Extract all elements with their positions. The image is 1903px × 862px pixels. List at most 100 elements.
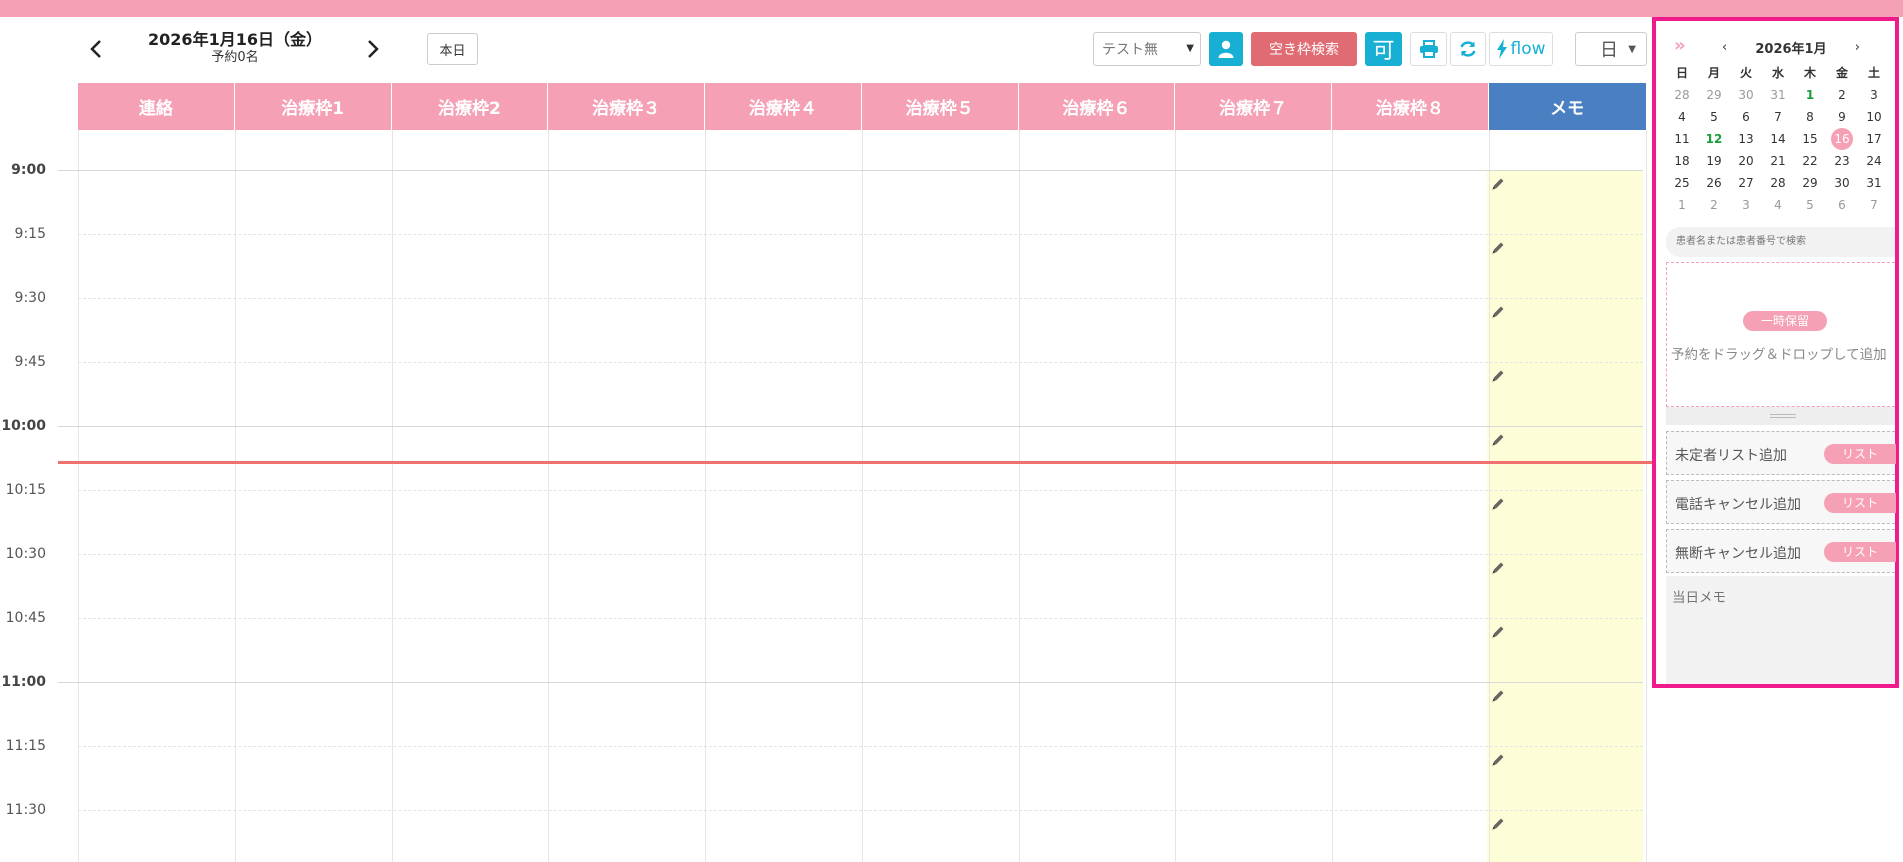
column-header-slot-2[interactable]: 治療枠2 (391, 83, 549, 130)
mini-calendar-day[interactable]: 3 (1858, 84, 1890, 106)
filter-select[interactable]: テスト無 ▼ (1093, 32, 1201, 66)
refresh-button[interactable] (1450, 32, 1486, 66)
pencil-icon[interactable] (1490, 752, 1506, 768)
mini-calendar-day[interactable]: 10 (1858, 106, 1890, 128)
mini-calendar-day[interactable]: 7 (1762, 106, 1794, 128)
temporary-hold-badge: 一時保留 (1743, 311, 1827, 331)
day-memo-field[interactable] (1666, 576, 1895, 684)
column-header-slot-1[interactable]: 治療枠1 (234, 83, 392, 130)
pencil-icon[interactable] (1490, 176, 1506, 192)
mini-calendar-day[interactable]: 8 (1794, 106, 1826, 128)
mini-calendar-day[interactable]: 13 (1730, 128, 1762, 150)
mini-calendar-day[interactable]: 1 (1794, 84, 1826, 106)
column-header-memo[interactable]: メモ (1488, 83, 1646, 130)
mini-calendar-day[interactable]: 31 (1858, 172, 1890, 194)
today-button[interactable]: 本日 (427, 33, 478, 65)
column-header-slot-7[interactable]: 治療枠７ (1175, 83, 1332, 130)
mini-calendar-day[interactable]: 17 (1858, 128, 1890, 150)
column-divider (1332, 130, 1333, 862)
mini-calendar-day[interactable]: 11 (1666, 128, 1698, 150)
mini-calendar-day[interactable]: 4 (1762, 194, 1794, 216)
flow-button[interactable]: flow (1489, 32, 1553, 66)
prev-day-button[interactable] (85, 36, 107, 62)
undecided-list-button[interactable]: リスト (1824, 444, 1896, 464)
mini-calendar-day[interactable]: 6 (1730, 106, 1762, 128)
mini-calendar-day[interactable]: 4 (1666, 106, 1698, 128)
mini-calendar-header: ‹ 2026年1月 › (1716, 38, 1866, 57)
mini-calendar-day[interactable]: 28 (1762, 172, 1794, 194)
mini-calendar-week: 18 19 20 21 22 23 24 (1666, 150, 1890, 172)
mini-calendar-day[interactable]: 5 (1698, 106, 1730, 128)
mini-calendar-day[interactable]: 1 (1666, 194, 1698, 216)
mini-calendar-day[interactable]: 19 (1698, 150, 1730, 172)
mini-calendar-day[interactable]: 25 (1666, 172, 1698, 194)
mini-calendar-day[interactable]: 30 (1730, 84, 1762, 106)
pencil-icon[interactable] (1490, 560, 1506, 576)
mini-calendar-day[interactable]: 15 (1794, 128, 1826, 150)
no-show-cancel-list-button[interactable]: リスト (1824, 542, 1896, 562)
no-show-cancel-list-row[interactable]: 無断キャンセル追加 リスト (1666, 529, 1896, 573)
print-button[interactable] (1410, 32, 1447, 66)
undecided-list-row[interactable]: 未定者リスト追加 リスト (1666, 431, 1896, 475)
column-header-slot-5[interactable]: 治療枠５ (861, 83, 1019, 130)
view-select[interactable]: 日 ▼ (1575, 32, 1647, 66)
column-divider (861, 130, 863, 862)
mini-calendar-day[interactable]: 31 (1762, 84, 1794, 106)
mini-calendar-prev-button[interactable]: ‹ (1716, 40, 1733, 55)
mini-calendar-day[interactable]: 12 (1698, 128, 1730, 150)
patient-search-input[interactable] (1666, 227, 1895, 257)
temporary-hold-dropzone[interactable]: 一時保留 予約をドラッグ＆ドロップして追加 (1666, 262, 1895, 407)
collapse-panel-button[interactable]: » (1674, 35, 1686, 56)
mini-calendar-day[interactable]: 27 (1730, 172, 1762, 194)
mini-calendar-week: 28 29 30 31 1 2 3 (1666, 84, 1890, 106)
mini-calendar-day[interactable]: 30 (1826, 172, 1858, 194)
column-header-slot-6[interactable]: 治療枠６ (1018, 83, 1176, 130)
mini-calendar-day[interactable]: 29 (1794, 172, 1826, 194)
mini-calendar-day[interactable]: 22 (1794, 150, 1826, 172)
patient-button[interactable] (1209, 32, 1243, 66)
pencil-icon[interactable] (1490, 624, 1506, 640)
mini-calendar-day[interactable]: 29 (1698, 84, 1730, 106)
pencil-icon[interactable] (1490, 432, 1506, 448)
pencil-icon[interactable] (1490, 496, 1506, 512)
phone-cancel-list-row[interactable]: 電話キャンセル追加 リスト (1666, 480, 1896, 524)
memo-column[interactable] (1487, 170, 1643, 862)
day-number: 9 (1838, 110, 1846, 124)
day-number: 1 (1678, 198, 1686, 212)
column-header-slot-8[interactable]: 治療枠８ (1332, 83, 1489, 130)
pencil-icon[interactable] (1490, 688, 1506, 704)
schedule-grid[interactable]: 9:00 9:15 9:30 9:45 10:00 10:15 10:30 10:45 11:0… (0, 130, 1647, 862)
phone-cancel-list-button[interactable]: リスト (1824, 493, 1896, 513)
mini-calendar-day[interactable]: 2 (1698, 194, 1730, 216)
mini-calendar-day[interactable]: 7 (1858, 194, 1890, 216)
resize-handle[interactable] (1666, 407, 1895, 425)
mini-calendar-day[interactable]: 28 (1666, 84, 1698, 106)
mini-calendar-day[interactable]: 18 (1666, 150, 1698, 172)
mini-calendar-day[interactable]: 14 (1762, 128, 1794, 150)
column-header-contact[interactable]: 連絡 (78, 83, 235, 130)
pencil-icon[interactable] (1490, 368, 1506, 384)
mini-calendar-day[interactable]: 2 (1826, 84, 1858, 106)
mini-calendar-day[interactable]: 3 (1730, 194, 1762, 216)
mini-calendar-day[interactable]: 24 (1858, 150, 1890, 172)
mini-calendar-next-button[interactable]: › (1849, 40, 1866, 55)
day-number: 28 (1674, 88, 1690, 102)
mini-calendar-day[interactable]: 21 (1762, 150, 1794, 172)
mini-calendar-day[interactable]: 16 (1826, 128, 1858, 150)
mini-calendar-day[interactable]: 6 (1826, 194, 1858, 216)
mini-calendar-day[interactable]: 9 (1826, 106, 1858, 128)
mini-calendar-day[interactable]: 26 (1698, 172, 1730, 194)
pencil-icon[interactable] (1490, 304, 1506, 320)
pencil-icon[interactable] (1490, 816, 1506, 832)
ka-button[interactable]: 可 (1365, 32, 1402, 66)
mini-calendar-day[interactable]: 5 (1794, 194, 1826, 216)
next-day-button[interactable] (362, 36, 384, 62)
vacancy-search-button[interactable]: 空き枠検索 (1251, 32, 1357, 66)
column-header-slot-3[interactable]: 治療枠３ (548, 83, 705, 130)
mini-calendar-day[interactable]: 23 (1826, 150, 1858, 172)
pencil-icon[interactable] (1490, 240, 1506, 256)
column-header-slot-4[interactable]: 治療枠４ (705, 83, 862, 130)
time-gridline (78, 618, 1643, 619)
time-label: 10:45 (5, 610, 46, 626)
mini-calendar-day[interactable]: 20 (1730, 150, 1762, 172)
